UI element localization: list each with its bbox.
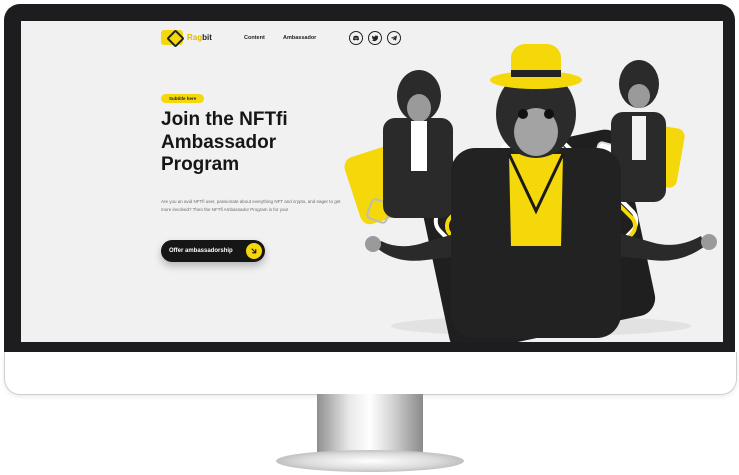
title-line-3: Program xyxy=(161,154,240,175)
monitor-stand-neck xyxy=(317,394,423,454)
monitor-stand-base xyxy=(276,450,464,472)
monitor-frame: Ragbit Content Ambassador Subtitle here … xyxy=(4,4,735,362)
nav-link-ambassador[interactable]: Ambassador xyxy=(283,35,316,41)
monitor-chin xyxy=(4,352,737,395)
title-line-2: Ambassador xyxy=(161,131,277,153)
hero-illustration xyxy=(344,44,717,342)
page-title: Join the NFTfi Ambassador Program xyxy=(161,109,361,177)
cta-label: Offer ambassadorship xyxy=(169,248,233,254)
logo[interactable]: Ragbit xyxy=(161,30,212,45)
hero-description: Are you an avid NFTfi user, passionate a… xyxy=(161,199,341,212)
subtitle-badge: Subtitle here xyxy=(161,94,205,103)
offer-ambassadorship-button[interactable]: Offer ambassadorship xyxy=(161,240,265,262)
logo-mark-icon xyxy=(161,30,183,45)
title-line-1: Join the NFTfi xyxy=(161,109,288,130)
logo-text: Ragbit xyxy=(187,33,212,42)
screen: Ragbit Content Ambassador Subtitle here … xyxy=(21,21,723,342)
nav-link-content[interactable]: Content xyxy=(244,35,265,41)
arrow-down-right-icon xyxy=(246,243,262,259)
